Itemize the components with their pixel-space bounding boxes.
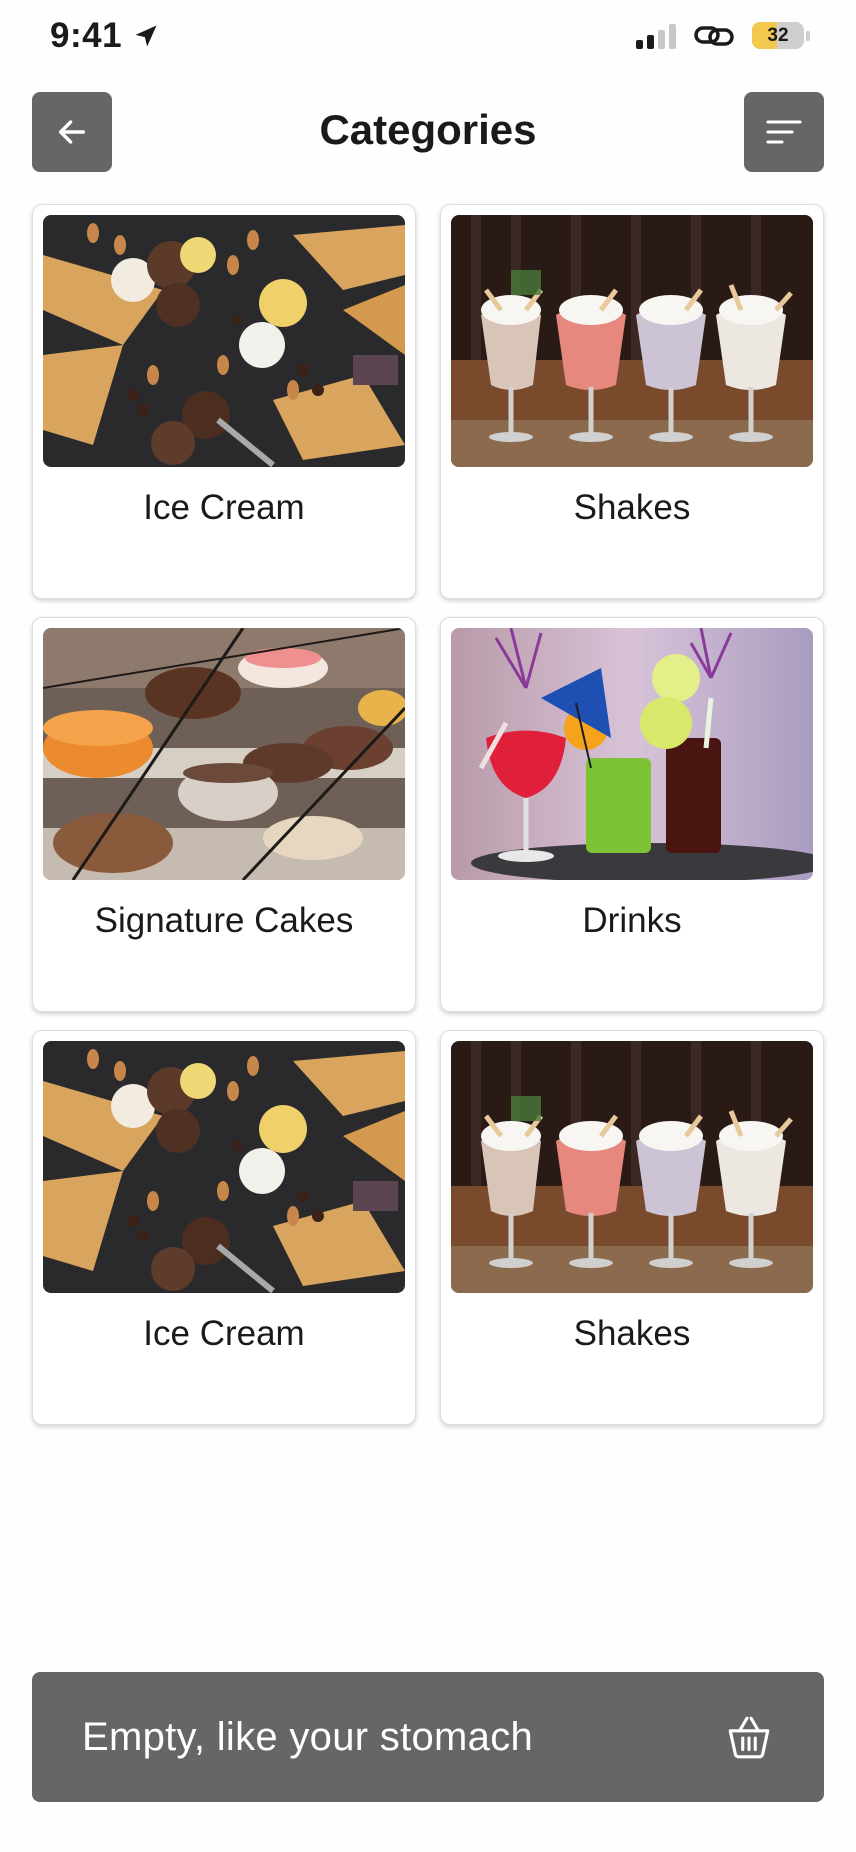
- category-image-ice-cream: [43, 215, 405, 467]
- category-image-signature-cakes: [43, 628, 405, 880]
- battery-icon: 32: [752, 22, 804, 49]
- category-grid: Ice Cream Shakes Signature Cakes Drinks …: [32, 204, 824, 1425]
- status-bar: 9:41 32: [0, 0, 856, 76]
- header: Categories: [0, 92, 856, 172]
- cart-bar[interactable]: Empty, like your stomach: [32, 1672, 824, 1802]
- category-label: Shakes: [573, 488, 691, 527]
- category-card-shakes[interactable]: Shakes: [440, 204, 824, 599]
- category-image-shakes: [451, 215, 813, 467]
- cellular-signal-icon: [636, 23, 676, 49]
- category-card-ice-cream[interactable]: Ice Cream: [32, 204, 416, 599]
- category-label: Ice Cream: [143, 488, 305, 527]
- battery-tip: [806, 30, 810, 41]
- category-image-shakes: [451, 1041, 813, 1293]
- location-arrow-icon: [135, 25, 157, 47]
- category-card-shakes[interactable]: Shakes: [440, 1030, 824, 1425]
- category-label: Shakes: [573, 1314, 691, 1353]
- category-image-drinks: [451, 628, 813, 880]
- category-card-drinks[interactable]: Drinks: [440, 617, 824, 1012]
- battery-level: 32: [767, 24, 789, 46]
- time-text: 9:41: [50, 16, 123, 55]
- status-icons: 32: [636, 22, 810, 49]
- category-card-ice-cream[interactable]: Ice Cream: [32, 1030, 416, 1425]
- page-title: Categories: [319, 106, 537, 153]
- menu-lines-icon: [766, 120, 802, 144]
- category-label: Signature Cakes: [94, 901, 354, 940]
- link-icon: [694, 25, 734, 46]
- status-time: 9:41: [50, 16, 160, 56]
- category-card-signature-cakes[interactable]: Signature Cakes: [32, 617, 416, 1012]
- category-label: Ice Cream: [143, 1314, 305, 1353]
- category-label: Drinks: [582, 901, 682, 940]
- cart-status-text: Empty, like your stomach: [82, 1714, 534, 1759]
- menu-button[interactable]: [744, 92, 824, 172]
- category-image-ice-cream: [43, 1041, 405, 1293]
- basket-icon: [724, 1712, 774, 1762]
